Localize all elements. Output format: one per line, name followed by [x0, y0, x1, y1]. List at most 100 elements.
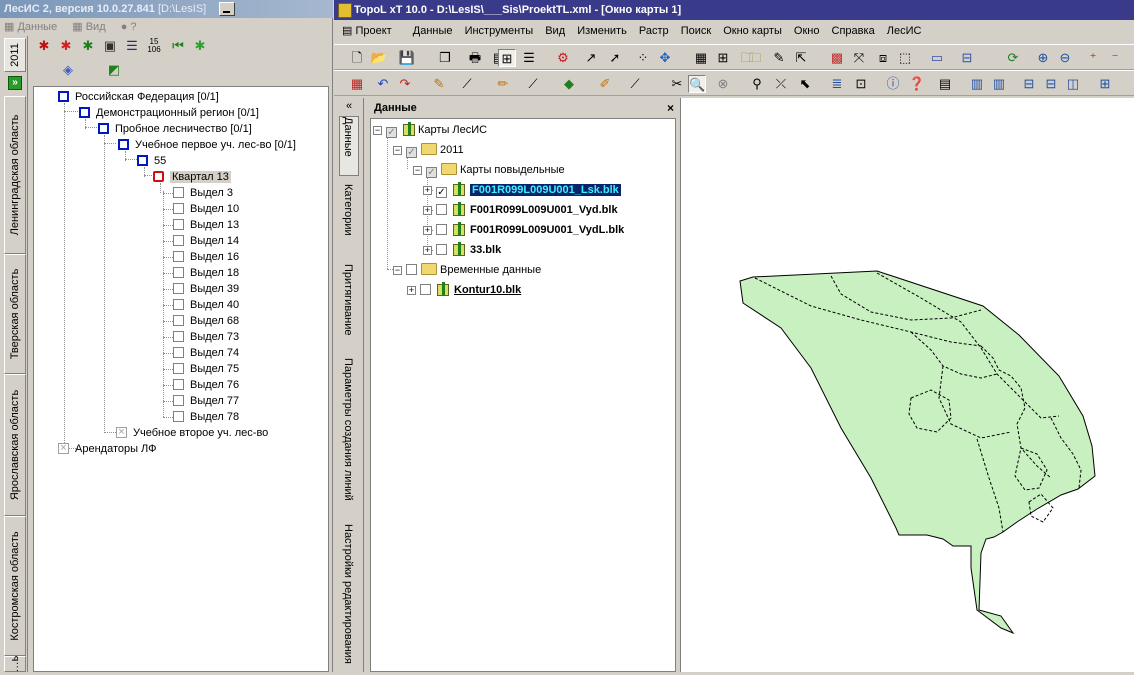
layout-1-icon[interactable]: ⊟: [1020, 75, 1038, 93]
menu-window[interactable]: Окно: [794, 25, 820, 37]
layout-4-icon[interactable]: ⊞: [1096, 75, 1114, 93]
layers-tool-icon[interactable]: ◩: [106, 62, 122, 78]
pointer-icon[interactable]: ↗: [582, 49, 600, 67]
tab-tver[interactable]: Тверская область: [4, 254, 26, 374]
minimize-button[interactable]: [219, 2, 235, 16]
find-icon[interactable]: ⚲: [748, 75, 766, 93]
bug-select-icon[interactable]: ✱: [58, 38, 74, 54]
select-tool-icon[interactable]: 🔍: [688, 75, 706, 93]
number-sort-icon[interactable]: 15 106: [146, 38, 162, 54]
menu-data-topol[interactable]: Данные: [413, 25, 453, 37]
tree-node-vydel[interactable]: Выдел 18: [173, 265, 239, 281]
tree-node-vydel[interactable]: Выдел 75: [173, 361, 239, 377]
copy-icon[interactable]: ❐: [436, 49, 454, 67]
menu-edit[interactable]: Изменить: [577, 25, 627, 37]
edit-shape-icon[interactable]: ◈: [60, 62, 76, 78]
skip-back-icon[interactable]: ⏮: [170, 38, 186, 54]
refresh-icon[interactable]: ⟳: [1004, 49, 1022, 67]
tree-node-vydel[interactable]: Выдел 68: [173, 313, 239, 329]
grid-dots-icon[interactable]: ⁘: [634, 49, 652, 67]
color-grid-icon[interactable]: ▩: [828, 49, 846, 67]
play-arrow-icon[interactable]: »: [8, 76, 22, 90]
list-icon[interactable]: ☰: [124, 38, 140, 54]
folder-alt-icon[interactable]: 🗀: [746, 49, 764, 67]
tree-node-vydel[interactable]: Выдел 13: [173, 217, 239, 233]
tree-node-vydel[interactable]: Выдел 39: [173, 281, 239, 297]
tree-node-layer[interactable]: +33.blk: [423, 241, 501, 259]
menu-view[interactable]: ▦ Вид: [72, 21, 111, 33]
scissors-icon[interactable]: ✂: [668, 75, 686, 93]
tab-kostroma[interactable]: Костромская область: [4, 516, 26, 656]
draw-line-icon[interactable]: ✎: [430, 75, 448, 93]
lesis-title-bar[interactable]: ЛесИС 2, версия 10.0.27.841 [D:\LesIS]: [0, 0, 333, 18]
tree-node-forestry[interactable]: Пробное лесничество [0/1]: [98, 121, 252, 137]
mesh-icon[interactable]: ⊞: [714, 49, 732, 67]
arrow-tool-icon[interactable]: ➚: [606, 49, 624, 67]
grid-icon[interactable]: ▦: [692, 49, 710, 67]
tree-node-vydel[interactable]: Выдел 16: [173, 249, 239, 265]
print-icon[interactable]: 🖶: [466, 49, 484, 67]
tab-yaroslavl[interactable]: Ярославская область: [4, 374, 26, 516]
tree-node-vydel[interactable]: Выдел 10: [173, 201, 239, 217]
layer-visibility-checkbox[interactable]: [436, 224, 447, 235]
dock-tab-data[interactable]: Данные: [339, 116, 359, 176]
map-canvas[interactable]: [680, 98, 1134, 672]
tree-node-lesis-maps[interactable]: − ✓ Карты ЛесИС: [373, 121, 487, 139]
tree-node-russia[interactable]: Российская Федерация [0/1]: [58, 89, 219, 105]
tree-view-icon[interactable]: ⊞: [498, 49, 516, 67]
tree-node-vydel[interactable]: Выдел 78: [173, 409, 239, 425]
tab-leningrad[interactable]: Ленинградская область: [4, 96, 26, 254]
save-icon[interactable]: 💾: [398, 49, 416, 67]
undo-icon[interactable]: ↶: [374, 75, 392, 93]
menu-help-topol[interactable]: Справка: [832, 25, 875, 37]
menu-view-topol[interactable]: Вид: [545, 25, 565, 37]
calc-icon[interactable]: ▤: [936, 75, 954, 93]
edit-icon[interactable]: ✎: [770, 49, 788, 67]
cross-arrows-icon[interactable]: ⤧: [850, 49, 868, 67]
menu-search[interactable]: Поиск: [681, 25, 711, 37]
tree-node-district-1[interactable]: Учебное первое уч. лес-во [0/1]: [118, 137, 296, 153]
tree-node-vydel[interactable]: Выдел 74: [173, 345, 239, 361]
bug-grid-icon[interactable]: ✱: [80, 38, 96, 54]
tree-node-2011[interactable]: − ✓ 2011: [393, 141, 464, 159]
vertex-icon[interactable]: ⟋: [626, 75, 644, 93]
layer-visibility-checkbox[interactable]: [436, 204, 447, 215]
export-icon[interactable]: ⇱: [792, 49, 810, 67]
zoom-out-icon[interactable]: ⊖: [1056, 49, 1074, 67]
tab-2011[interactable]: 2011: [4, 38, 26, 72]
tree-node-layer[interactable]: + F001R099L009U001_VydL.blk: [423, 221, 624, 239]
expand-icon[interactable]: +: [423, 246, 432, 255]
tree-node-layer[interactable]: + F001R099L009U001_Vyd.blk: [423, 201, 618, 219]
add-point-icon[interactable]: ⁺: [1084, 49, 1102, 67]
tree-node-55[interactable]: 55: [137, 153, 166, 169]
tree-node-layer[interactable]: + ✓ F001R099L009U001_Lsk.blk: [423, 181, 621, 199]
new-file-icon[interactable]: 🗋: [348, 49, 366, 67]
align-icon[interactable]: ⊟: [958, 49, 976, 67]
pencil-icon[interactable]: ✏: [494, 75, 512, 93]
menu-project[interactable]: ▤ Проект: [342, 25, 401, 37]
tree-node-vydel[interactable]: Выдел 40: [173, 297, 239, 313]
tree-node-vydel-maps[interactable]: − ✓ Карты повыдельные: [413, 161, 565, 179]
list-view-icon[interactable]: ☰: [520, 49, 538, 67]
expand-icon[interactable]: +: [423, 206, 432, 215]
remove-point-icon[interactable]: ⁻: [1106, 49, 1124, 67]
layer-visibility-checkbox[interactable]: [436, 244, 447, 255]
tree-node-tenants[interactable]: Арендаторы ЛФ: [58, 440, 157, 457]
tree-node-district-2[interactable]: Учебное второе уч. лес-во: [116, 424, 268, 441]
menu-raster[interactable]: Растр: [639, 25, 669, 37]
brush-icon[interactable]: ✐: [596, 75, 614, 93]
menu-lesis[interactable]: ЛесИС: [887, 25, 922, 37]
tree-node-temp-data[interactable]: − Временные данные: [393, 261, 541, 279]
panel-alt-icon[interactable]: ▥: [990, 75, 1008, 93]
tree-node-region[interactable]: Демонстрационный регион [0/1]: [79, 105, 259, 121]
tree-node-vydel[interactable]: Выдел 77: [173, 393, 239, 409]
select-region-icon[interactable]: ⬚: [896, 49, 914, 67]
menu-map-window[interactable]: Окно карты: [723, 25, 782, 37]
window-icon[interactable]: ▭: [928, 49, 946, 67]
layout-3-icon[interactable]: ◫: [1064, 75, 1082, 93]
redo-icon[interactable]: ↷: [396, 75, 414, 93]
tree-node-vydel[interactable]: Выдел 73: [173, 329, 239, 345]
tab-more[interactable]: …ь: [4, 656, 26, 672]
tree-node-vydel[interactable]: Выдел 3: [173, 185, 233, 201]
bug-green-icon[interactable]: ✱: [192, 38, 208, 54]
